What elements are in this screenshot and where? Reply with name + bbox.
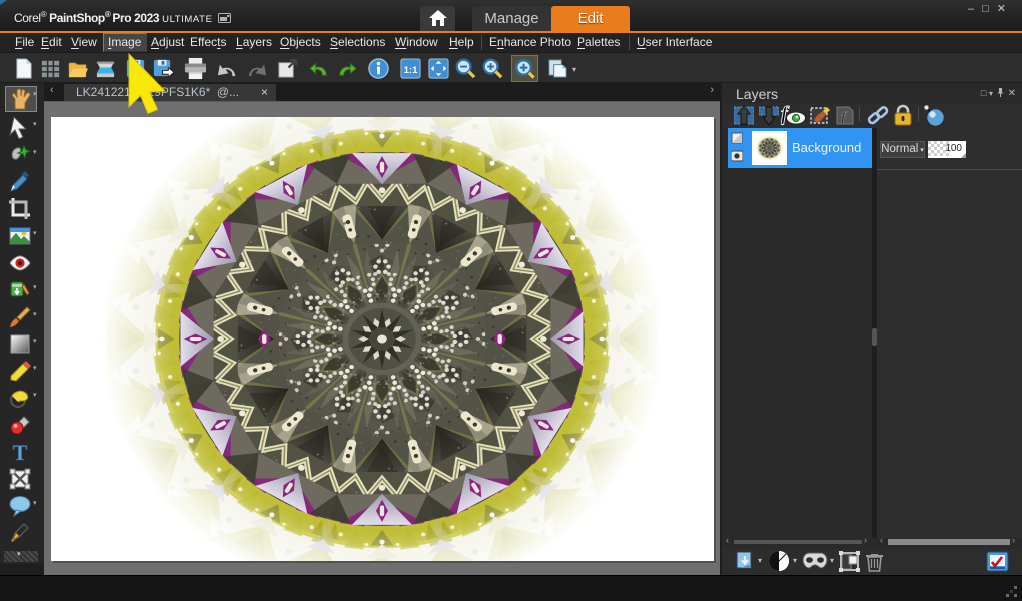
- svg-text:1:1: 1:1: [404, 65, 419, 76]
- svg-text:T: T: [13, 440, 28, 464]
